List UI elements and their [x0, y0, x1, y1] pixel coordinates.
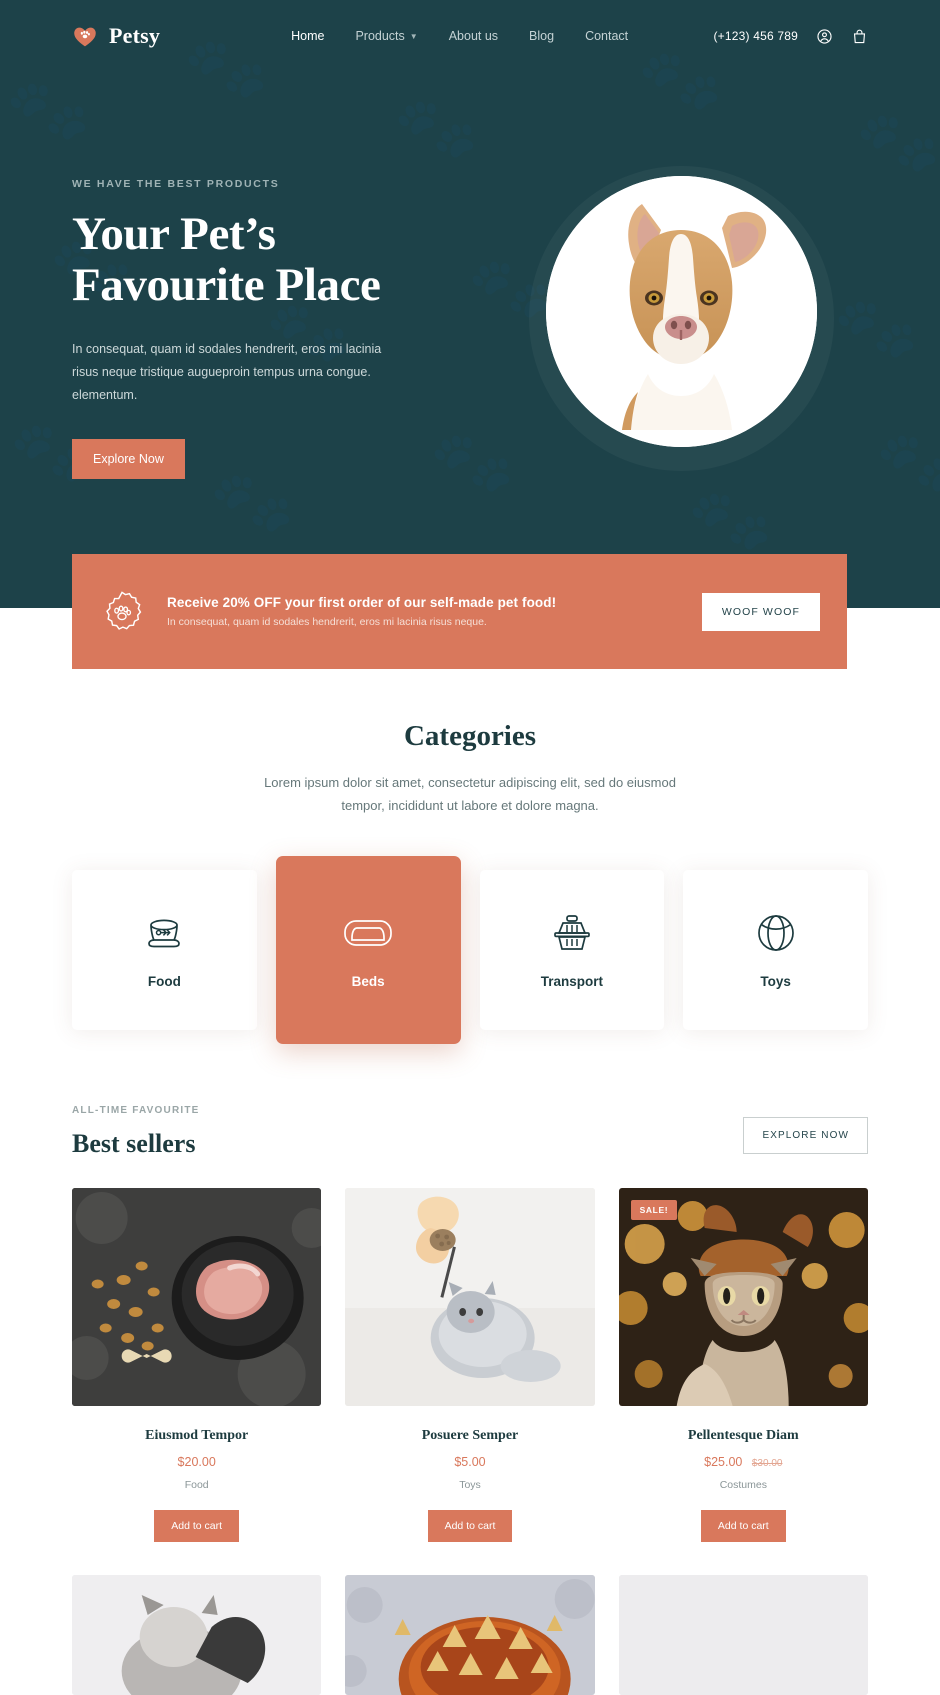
category-label: Toys — [760, 974, 791, 989]
add-to-cart-button[interactable]: Add to cart — [700, 1509, 786, 1542]
phone-number[interactable]: (+123) 456 789 — [713, 29, 798, 43]
product-current-price: $20.00 — [177, 1454, 216, 1469]
hero-dog-image — [546, 176, 817, 447]
nav-item-contact[interactable]: Contact — [585, 29, 628, 43]
brand-name: Petsy — [109, 23, 161, 48]
user-account-icon[interactable] — [816, 28, 833, 45]
nav-label: Contact — [585, 29, 629, 43]
hero-section: 🐾 🐾 🐾 🐾 🐾 🐾 🐾 🐾 🐾 🐾 🐾 🐾 🐾 🐾 Petsy Home P… — [0, 0, 940, 608]
promo-cta-button[interactable]: WOOF WOOF — [701, 592, 820, 631]
category-label: Transport — [540, 974, 603, 989]
product-price: $5.00 — [345, 1455, 594, 1469]
categories-title: Categories — [403, 720, 537, 752]
products-grid-second-row — [72, 1574, 868, 1695]
ball-toy-icon — [757, 910, 795, 956]
product-card[interactable]: Eiusmod Tempor $20.00 Food Add to cart — [72, 1187, 322, 1542]
category-card-beds[interactable]: Beds — [275, 855, 461, 1044]
product-image — [618, 1574, 868, 1695]
product-image — [345, 1574, 595, 1695]
paw-badge-seal-icon — [99, 589, 145, 635]
hero-paragraph: In consequat, quam id sodales hendrerit,… — [72, 341, 382, 402]
nav-item-blog[interactable]: Blog — [529, 29, 554, 43]
categories-section: Categories Lorem ipsum dolor sit amet, c… — [0, 608, 940, 1044]
product-card[interactable] — [618, 1574, 868, 1695]
product-image — [345, 1187, 595, 1406]
chevron-down-icon: ▼ — [409, 31, 418, 41]
hero-explore-button[interactable]: Explore Now — [72, 438, 185, 479]
best-sellers-header: ALL-TIME FAVOURITE Best sellers EXPLORE … — [72, 1105, 868, 1159]
product-category: Food — [184, 1478, 209, 1491]
categories-grid: Food Beds Transport Toys — [0, 855, 940, 1044]
header-actions: (+123) 456 789 — [713, 28, 868, 45]
products-grid: Eiusmod Tempor $20.00 Food Add to cart P… — [72, 1187, 868, 1542]
nav-label: Blog — [529, 29, 555, 43]
nav-label: About us — [448, 29, 499, 43]
landing-page: 🐾 🐾 🐾 🐾 🐾 🐾 🐾 🐾 🐾 🐾 🐾 🐾 🐾 🐾 Petsy Home P… — [0, 0, 940, 1695]
product-image — [72, 1574, 322, 1695]
add-to-cart-button[interactable]: Add to cart — [154, 1509, 240, 1542]
category-card-food[interactable]: Food — [72, 869, 257, 1030]
nav-item-about-us[interactable]: About us — [449, 29, 498, 43]
promo-headline: Receive 20% OFF your first order of our … — [167, 595, 557, 610]
product-name: Eiusmod Tempor — [145, 1427, 249, 1443]
product-card[interactable] — [345, 1574, 595, 1695]
product-name: Posuere Semper — [421, 1427, 519, 1443]
promo-banner: Receive 20% OFF your first order of our … — [72, 554, 847, 669]
product-card[interactable]: SALE! Pellentesque Diam $25.00 $30.00 Co… — [618, 1187, 868, 1542]
category-label: Beds — [351, 974, 385, 989]
category-card-transport[interactable]: Transport — [479, 869, 665, 1030]
category-label: Food — [147, 974, 181, 989]
product-card[interactable] — [72, 1574, 322, 1695]
hero-title-line1: Your Pet’s — [72, 208, 276, 260]
promo-text: Receive 20% OFF your first order of our … — [167, 595, 556, 628]
product-current-price: $5.00 — [454, 1454, 486, 1469]
product-category: Toys — [459, 1478, 481, 1491]
best-sellers-title: Best sellers — [72, 1128, 196, 1158]
best-sellers-kicker: ALL-TIME FAVOURITE — [72, 1104, 200, 1116]
nav-item-home[interactable]: Home — [291, 29, 324, 43]
product-price: $25.00 $30.00 — [619, 1455, 868, 1469]
hero-title-line2: Favourite Place — [72, 258, 381, 311]
category-card-toys[interactable]: Toys — [683, 869, 868, 1030]
product-card[interactable]: Posuere Semper $5.00 Toys Add to cart — [345, 1187, 595, 1542]
promo-subline: In consequat, quam id sodales hendrerit,… — [167, 616, 487, 628]
nav-label: Home — [291, 29, 325, 43]
pet-carrier-icon — [550, 910, 594, 956]
heart-paw-logo-icon — [72, 23, 98, 49]
pet-bed-icon — [343, 910, 393, 956]
best-sellers-section: ALL-TIME FAVOURITE Best sellers EXPLORE … — [0, 1044, 940, 1695]
brand-logo[interactable]: Petsy — [72, 23, 160, 49]
product-category: Costumes — [719, 1478, 767, 1491]
sale-badge: SALE! — [630, 1199, 678, 1220]
product-name: Pellentesque Diam — [687, 1427, 799, 1443]
product-image — [72, 1187, 322, 1406]
site-header: Petsy Home Products ▼ About us Blog Cont… — [0, 0, 940, 72]
food-bowl-icon — [142, 910, 186, 956]
shopping-bag-icon[interactable] — [851, 28, 868, 45]
product-current-price: $25.00 — [704, 1454, 743, 1469]
categories-subtitle: Lorem ipsum dolor sit amet, consectetur … — [264, 775, 676, 813]
product-old-price: $30.00 — [751, 1457, 783, 1469]
nav-item-products[interactable]: Products ▼ — [355, 29, 417, 43]
explore-now-button[interactable]: EXPLORE NOW — [743, 1116, 868, 1154]
product-price: $20.00 — [72, 1455, 321, 1469]
product-image: SALE! — [618, 1187, 868, 1406]
nav-label: Products — [355, 29, 405, 43]
add-to-cart-button[interactable]: Add to cart — [427, 1509, 513, 1542]
main-navigation: Home Products ▼ About us Blog Contact — [291, 29, 628, 43]
